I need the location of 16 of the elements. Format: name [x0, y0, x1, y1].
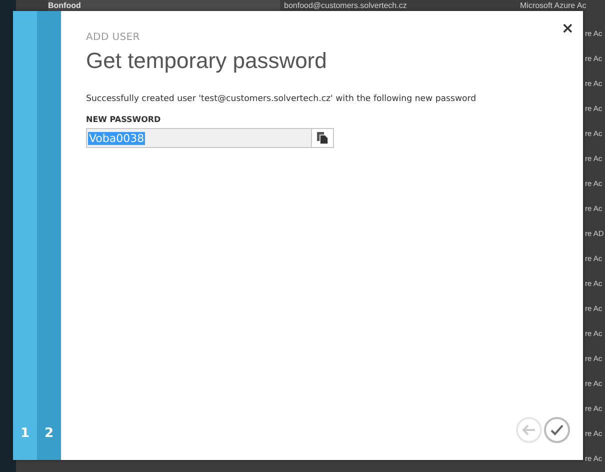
dialog-eyebrow: ADD USER [86, 32, 141, 43]
table-cell-text: bonfood@customers.solvertech.cz [284, 0, 408, 10]
table-cell: Microsoft Azure Ac [520, 0, 586, 10]
check-icon [550, 424, 564, 436]
arrow-left-icon [522, 424, 536, 436]
table-cell-text: Bonfood [48, 0, 82, 10]
copy-button[interactable] [312, 128, 334, 148]
wizard-step[interactable]: 2 [37, 11, 61, 460]
wizard-step[interactable]: 1 [13, 11, 37, 460]
field-label: NEW PASSWORD [86, 115, 162, 124]
close-button[interactable]: × [561, 19, 574, 37]
copy-icon [317, 132, 328, 144]
dialog-title: Get temporary password [86, 48, 328, 74]
password-field[interactable]: Voba0038 [86, 128, 312, 148]
message-text: Successfully created user 'test@customers.solvertech.cz' with the following new password [86, 94, 478, 104]
finish-button[interactable] [544, 417, 570, 443]
